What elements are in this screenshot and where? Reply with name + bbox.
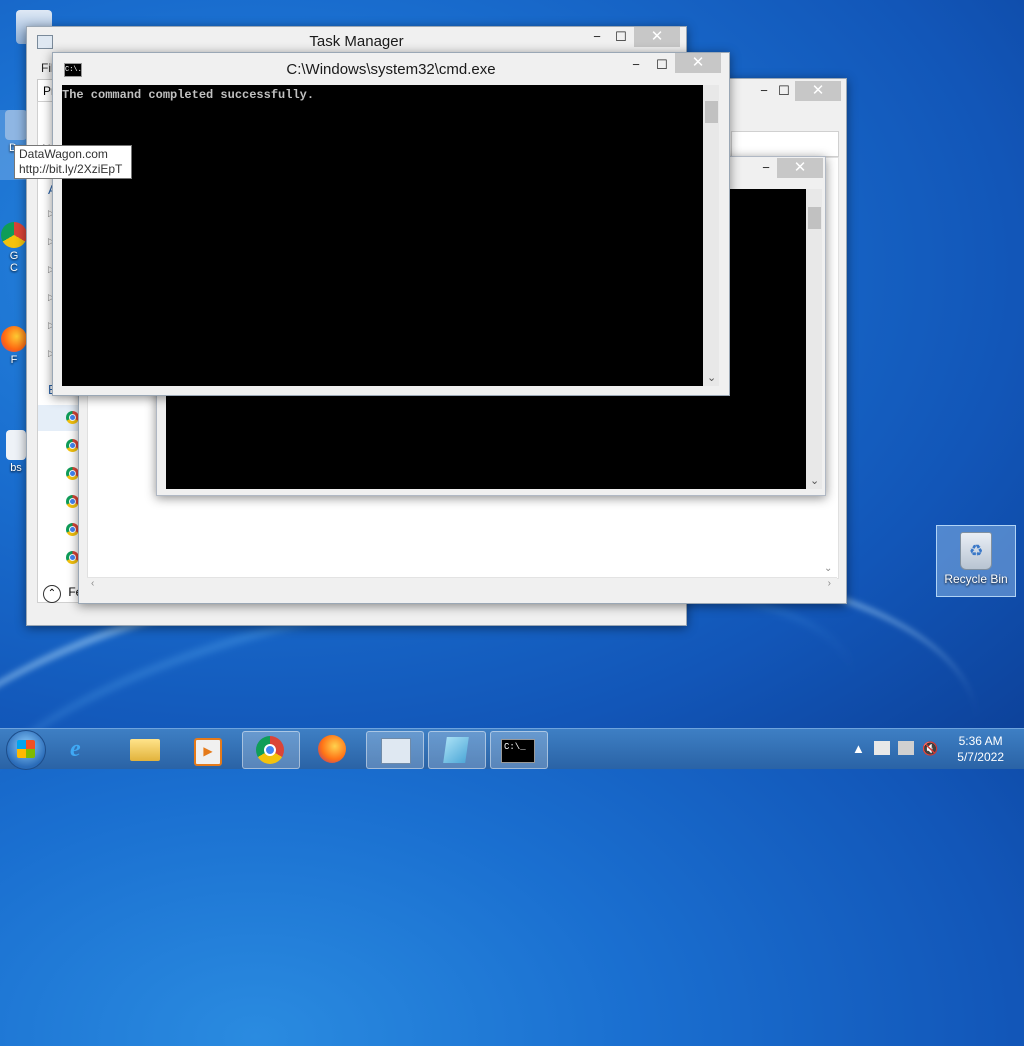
horizontal-scrollbar[interactable]: ‹ › [87,577,837,592]
fewer-details-toggle[interactable]: ⌃ Fe [43,585,82,603]
chrome-icon [1,222,27,248]
task-manager-maximize-button[interactable]: ☐ [608,27,634,47]
desktop-icon-recycle-bin[interactable]: Recycle Bin [936,525,1016,597]
scrollbar-thumb[interactable] [808,207,821,229]
task-manager-close-button[interactable]: ✕ [634,27,680,47]
cmd-minimize-button[interactable]: − [623,55,649,75]
cmd-titlebar[interactable]: C:\. C:\Windows\system32\cmd.exe − ☐ ✕ [53,53,729,81]
desktop-icon-label: F [10,354,18,366]
firefox-icon [1,326,27,352]
recycle-bin-icon [960,532,992,570]
tooltip-title: DataWagon.com [19,147,108,161]
scroll-down-arrow-icon[interactable]: ⌄ [824,563,832,574]
network-icon[interactable] [898,741,914,755]
clock-time: 5:36 AM [958,734,1003,748]
volume-muted-icon[interactable]: 🔇 [922,741,938,757]
cmd-back-close-button[interactable]: ✕ [777,158,823,178]
cmd-vertical-scrollbar[interactable]: ⌄ [703,85,719,386]
firefox-icon [318,735,346,763]
windows-logo-icon [17,740,35,758]
recycle-bin-label: Recycle Bin [944,572,1008,586]
file-icon [6,430,26,460]
action-center-flag-icon[interactable] [874,741,890,755]
taskbar: e ▶ C:\_ ▲ 🔇 5:36 AM 5/7/2022 [0,728,1024,770]
datawagon-icon [5,110,27,140]
background-window-close-button[interactable]: ✕ [795,81,841,101]
desktop-icon-label: G C [9,250,19,274]
cmd-maximize-button[interactable]: ☐ [649,55,675,75]
chrome-icon-center [264,744,276,756]
taskbar-notepad[interactable] [428,731,486,769]
scrollbar-thumb[interactable] [705,101,718,123]
internet-explorer-icon: e [70,736,81,762]
scroll-left-arrow-icon[interactable]: ‹ [91,578,94,589]
taskbar-media-player[interactable]: ▶ [180,731,236,767]
media-player-icon: ▶ [194,738,222,766]
cmd-output-line: The command completed successfully. [62,88,315,102]
task-manager-titlebar[interactable]: Task Manager − ☐ ✕ [27,27,686,55]
background-window-address-bar[interactable] [731,131,839,157]
task-manager-icon [381,738,411,764]
scroll-right-arrow-icon[interactable]: › [828,578,831,589]
cmd-back-vertical-scrollbar[interactable]: ⌄ [806,189,822,489]
desktop-icon-label: bs [10,462,22,474]
clock-date: 5/7/2022 [957,750,1004,764]
notepad-icon [443,737,469,763]
scroll-down-arrow-icon[interactable]: ⌄ [810,474,819,487]
scroll-down-arrow-icon[interactable]: ⌄ [707,371,716,384]
cmd-back-minimize-button[interactable]: − [753,158,779,178]
cmd-close-button[interactable]: ✕ [675,53,721,73]
system-clock[interactable]: 5:36 AM 5/7/2022 [957,733,1004,765]
cmd-taskbar-icon: C:\_ [501,739,535,763]
show-hidden-icons-arrow-icon[interactable]: ▲ [852,741,865,756]
task-manager-minimize-button[interactable]: − [584,27,610,47]
taskbar-chrome[interactable] [242,731,300,769]
cmd-console[interactable]: The command completed successfully. [62,85,703,386]
background-window-maximize-button[interactable]: ☐ [771,81,797,101]
taskbar-cmd[interactable]: C:\_ [490,731,548,769]
chevron-up-icon: ⌃ [43,585,61,603]
cmd-window-front: C:\. C:\Windows\system32\cmd.exe − ☐ ✕ T… [52,52,730,396]
tooltip-url: http://bit.ly/2XziEpT [19,162,123,176]
taskbar-internet-explorer[interactable]: e [56,731,112,767]
start-button[interactable] [6,730,46,770]
folder-icon [130,739,160,761]
desktop-icon-tooltip: DataWagon.com http://bit.ly/2XziEpT [14,145,132,179]
taskbar-firefox[interactable] [304,731,360,767]
taskbar-file-explorer[interactable] [118,731,174,767]
taskbar-task-manager[interactable] [366,731,424,769]
